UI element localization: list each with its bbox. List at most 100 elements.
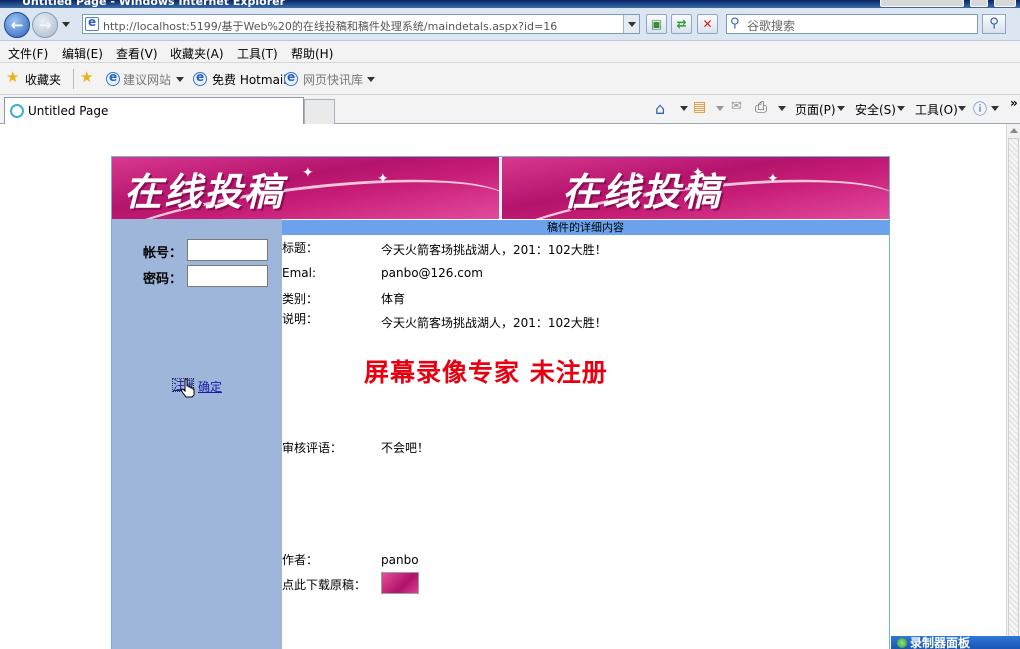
password-input[interactable] bbox=[187, 265, 268, 287]
detail-section-title: 稿件的详细内容 bbox=[282, 220, 889, 235]
field-label-author: 作者： bbox=[282, 553, 319, 567]
home-dropdown-icon[interactable] bbox=[680, 106, 688, 111]
feeds-dropdown-icon[interactable] bbox=[716, 106, 724, 111]
address-field[interactable]: http://localhost:5199/基于Web%20的在线投稿和稿件处理… bbox=[82, 14, 640, 34]
banner-image-right: ✦ ✦ 在线投稿 bbox=[499, 157, 889, 219]
password-label: 密码： bbox=[143, 272, 183, 287]
field-label-category: 类别： bbox=[282, 292, 319, 306]
field-value-category: 体育 bbox=[381, 292, 406, 306]
recorder-watermark: 屏幕录像专家 未注册 bbox=[364, 358, 608, 387]
help-dropdown-icon[interactable] bbox=[991, 106, 999, 111]
recorder-panel-label: 录制器面板 bbox=[910, 636, 971, 649]
banner-image-left: ✦ ✦ 在线投稿 bbox=[112, 157, 499, 219]
webslice-dropdown-icon[interactable] bbox=[367, 77, 375, 82]
download-manuscript-image[interactable] bbox=[381, 572, 419, 594]
search-placeholder: 谷歌搜索 bbox=[747, 19, 796, 33]
menu-file[interactable]: 文件(F) bbox=[8, 45, 48, 62]
field-label-email: Emal: bbox=[282, 266, 317, 280]
address-text[interactable]: http://localhost:5199/基于Web%20的在线投稿和稿件处理… bbox=[103, 18, 557, 34]
stop-button[interactable]: ✕ bbox=[697, 14, 718, 34]
tab-untitled-page[interactable]: Untitled Page bbox=[4, 97, 304, 124]
favorites-star-icon: ★ bbox=[6, 68, 20, 86]
menu-bar: 文件(F) 编辑(E) 查看(V) 收藏夹(A) 工具(T) 帮助(H) bbox=[0, 41, 1020, 63]
chevron-more-icon[interactable]: » bbox=[1010, 96, 1018, 110]
tab-label: Untitled Page bbox=[28, 104, 109, 118]
add-favorite-icon[interactable]: ★ bbox=[80, 68, 93, 86]
window-title: Untitled Page - Windows Internet Explore… bbox=[22, 0, 286, 8]
ie-link-icon bbox=[193, 70, 207, 86]
new-tab-button[interactable] bbox=[304, 99, 335, 124]
search-icon: ⚲ bbox=[730, 16, 740, 31]
scroll-up-icon[interactable] bbox=[1010, 128, 1018, 133]
fav-link-hotmail[interactable]: 免费 Hotmail bbox=[212, 71, 287, 88]
sparkle-icon: ✦ bbox=[767, 171, 779, 187]
menu-view[interactable]: 查看(V) bbox=[116, 45, 158, 62]
recorder-icon bbox=[897, 638, 907, 648]
field-value-title: 今天火箭客场挑战湖人，201：102大胜！ bbox=[381, 243, 607, 257]
loading-icon bbox=[10, 104, 24, 118]
refresh-button[interactable]: ⇄ bbox=[671, 14, 692, 34]
feeds-icon[interactable]: ▤ bbox=[693, 99, 706, 115]
manuscript-detail-panel: 稿件的详细内容 标题： 今天火箭客场挑战湖人，201：102大胜！ Emal: … bbox=[282, 219, 889, 649]
tab-bar: Untitled Page ⌂ ▤ ✉ ⎙ 页面(P) 安全(S) 工具(O) … bbox=[0, 95, 1020, 124]
forward-button[interactable]: → bbox=[32, 12, 58, 38]
page-menu-dropdown-icon[interactable] bbox=[837, 106, 845, 111]
favorites-button[interactable]: 收藏夹 bbox=[25, 71, 61, 88]
sparkle-icon: ✦ bbox=[377, 171, 389, 187]
suggested-sites-dropdown-icon[interactable] bbox=[176, 77, 184, 82]
sparkle-icon: ✦ bbox=[302, 165, 314, 181]
fav-link-webslice-gallery[interactable]: 网页快讯库 bbox=[303, 71, 363, 88]
fav-link-suggested-sites[interactable]: 建议网站 bbox=[123, 71, 171, 88]
separator bbox=[73, 69, 74, 89]
field-value-description: 今天火箭客场挑战湖人，201：102大胜！ bbox=[381, 316, 607, 330]
window-control-button[interactable] bbox=[880, 0, 964, 7]
safety-menu-button[interactable]: 安全(S) bbox=[855, 101, 896, 118]
home-icon[interactable]: ⌂ bbox=[655, 99, 665, 118]
field-label-title: 标题： bbox=[282, 241, 319, 255]
vertical-scrollbar[interactable] bbox=[1006, 124, 1020, 649]
field-value-email: panbo@126.com bbox=[381, 266, 483, 280]
banner-title: 在线投稿 bbox=[124, 169, 285, 214]
field-value-review-comment: 不会吧！ bbox=[381, 441, 430, 455]
ie-page-icon bbox=[85, 15, 99, 31]
search-go-button[interactable]: ⚲ bbox=[982, 14, 1006, 34]
menu-favorites[interactable]: 收藏夹(A) bbox=[170, 45, 224, 62]
login-ok-link[interactable]: 确定 bbox=[198, 378, 222, 395]
tools-menu-button[interactable]: 工具(O) bbox=[915, 101, 958, 118]
address-dropdown-button[interactable] bbox=[623, 15, 639, 33]
tools-menu-dropdown-icon[interactable] bbox=[958, 106, 966, 111]
window-titlebar: Untitled Page - Windows Internet Explore… bbox=[0, 0, 1020, 8]
menu-edit[interactable]: 编辑(E) bbox=[62, 45, 103, 62]
hand-cursor-icon bbox=[180, 378, 195, 398]
address-toolbar: ← → http://localhost:5199/基于Web%20的在线投稿和… bbox=[0, 8, 1020, 41]
menu-help[interactable]: 帮助(H) bbox=[291, 45, 333, 62]
search-box[interactable]: ⚲ 谷歌搜索 bbox=[726, 14, 978, 34]
banner-title: 在线投稿 bbox=[562, 169, 723, 214]
account-label: 帐号： bbox=[143, 246, 183, 261]
field-value-author: panbo bbox=[381, 553, 419, 567]
compatibility-view-button[interactable]: ▣ bbox=[646, 14, 667, 34]
ie-link-icon bbox=[106, 70, 120, 86]
site-container: ✦ ✦ 在线投稿 ✦ ✦ 在线投稿 帐号： 密码： 注册 确定 稿件的详细内容 … bbox=[111, 156, 890, 649]
site-banner: ✦ ✦ 在线投稿 ✦ ✦ 在线投稿 bbox=[112, 157, 889, 219]
menu-tools[interactable]: 工具(T) bbox=[237, 45, 278, 62]
print-dropdown-icon[interactable] bbox=[778, 106, 786, 111]
recorder-panel-button[interactable]: 录制器面板 bbox=[891, 636, 1020, 649]
close-window-button[interactable] bbox=[994, 0, 1016, 7]
history-dropdown-icon[interactable] bbox=[62, 22, 70, 27]
print-icon[interactable]: ⎙ bbox=[755, 98, 767, 116]
mail-icon[interactable]: ✉ bbox=[731, 99, 742, 114]
page-menu-button[interactable]: 页面(P) bbox=[795, 101, 836, 118]
favorites-bar: ★ 收藏夹 ★ 建议网站 免费 Hotmail 网页快讯库 bbox=[0, 63, 1020, 95]
help-icon[interactable]: ⓘ bbox=[973, 99, 987, 119]
safety-menu-dropdown-icon[interactable] bbox=[897, 106, 905, 111]
minimize-button[interactable] bbox=[970, 0, 988, 7]
scrollbar-thumb[interactable] bbox=[1008, 138, 1019, 649]
account-input[interactable] bbox=[187, 239, 268, 261]
field-label-review-comment: 审核评语： bbox=[282, 441, 343, 455]
login-sidebar: 帐号： 密码： 注册 确定 bbox=[112, 219, 282, 649]
ie-link-icon bbox=[284, 70, 298, 86]
field-label-download: 点此下载原稿： bbox=[282, 578, 367, 592]
back-button[interactable]: ← bbox=[4, 12, 30, 38]
field-label-description: 说明： bbox=[282, 312, 319, 326]
